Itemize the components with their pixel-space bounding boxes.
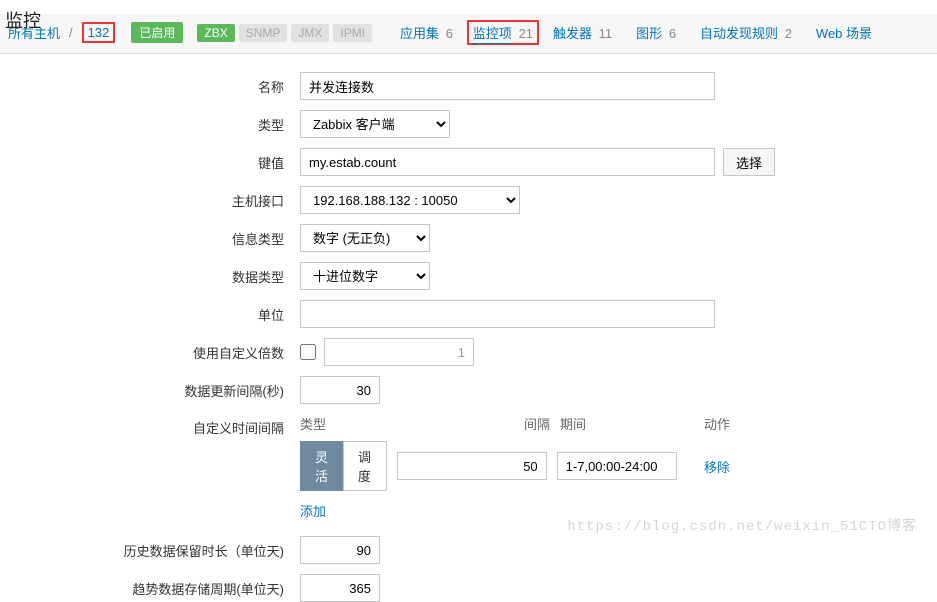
proto-zbx[interactable]: ZBX xyxy=(197,24,234,42)
toggle-flexible[interactable]: 灵活 xyxy=(300,441,344,491)
tab-discovery-count: 2 xyxy=(785,26,792,41)
page-title-fragment: 监控 xyxy=(5,7,41,33)
tab-triggers[interactable]: 触发器 11 xyxy=(553,23,612,42)
interval-head-action: 动作 xyxy=(680,414,730,433)
top-nav: 所有主机 / 132 已启用 ZBX SNMP JMX IPMI 应用集 6 监… xyxy=(0,14,937,54)
interval-header-row: 类型 间隔 期间 动作 xyxy=(300,414,730,433)
interval-head-period: 期间 xyxy=(560,414,670,433)
multiplier-input xyxy=(324,338,474,366)
units-input[interactable] xyxy=(300,300,715,328)
tab-applications-count: 6 xyxy=(446,26,453,41)
label-host-interface: 主机接口 xyxy=(0,191,300,210)
status-enabled[interactable]: 已启用 xyxy=(131,22,183,43)
interval-row: 灵活 调度 移除 xyxy=(300,441,730,491)
tab-items-count: 21 xyxy=(519,26,533,41)
tab-items-label: 监控项 xyxy=(473,26,512,44)
label-multiplier: 使用自定义倍数 xyxy=(0,343,300,362)
interval-remove-link[interactable]: 移除 xyxy=(687,457,730,476)
label-units: 单位 xyxy=(0,305,300,324)
update-interval-input[interactable] xyxy=(300,376,380,404)
tab-triggers-count: 11 xyxy=(599,26,613,41)
interval-add-link[interactable]: 添加 xyxy=(300,501,326,520)
label-trend: 趋势数据存储周期(单位天) xyxy=(0,579,300,598)
name-input[interactable] xyxy=(300,72,715,100)
tab-graphs-count: 6 xyxy=(669,26,676,41)
interval-head-type: 类型 xyxy=(300,414,400,433)
label-key: 键值 xyxy=(0,153,300,172)
key-input[interactable] xyxy=(300,148,715,176)
label-history: 历史数据保留时长（单位天) xyxy=(0,541,300,560)
proto-jmx[interactable]: JMX xyxy=(291,24,329,42)
breadcrumb-host[interactable]: 132 xyxy=(88,25,110,40)
label-info-type: 信息类型 xyxy=(0,229,300,248)
tab-discovery[interactable]: 自动发现规则 2 xyxy=(700,23,792,42)
tab-graphs-label: 图形 xyxy=(636,26,662,41)
tab-web-label: Web 场景 xyxy=(816,26,872,41)
tab-web[interactable]: Web 场景 xyxy=(816,23,872,42)
trend-input[interactable] xyxy=(300,574,380,602)
info-type-select[interactable]: 数字 (无正负) xyxy=(300,224,430,252)
highlight-items-tab: 监控项 21 xyxy=(467,20,539,45)
tab-discovery-label: 自动发现规则 xyxy=(700,26,778,41)
host-interface-select[interactable]: 192.168.188.132 : 10050 xyxy=(300,186,520,214)
tab-applications-label: 应用集 xyxy=(400,26,439,41)
tab-items[interactable]: 监控项 21 xyxy=(473,26,533,41)
type-select[interactable]: Zabbix 客户端 xyxy=(300,110,450,138)
breadcrumb-separator: / xyxy=(69,25,73,40)
label-update-interval: 数据更新间隔(秒) xyxy=(0,381,300,400)
label-custom-intervals: 自定义时间间隔 xyxy=(0,414,300,437)
key-select-button[interactable]: 选择 xyxy=(723,148,775,176)
history-input[interactable] xyxy=(300,536,380,564)
highlight-host: 132 xyxy=(82,22,116,43)
tab-graphs[interactable]: 图形 6 xyxy=(636,23,676,42)
multiplier-checkbox[interactable] xyxy=(300,344,316,360)
interval-head-interval: 间隔 xyxy=(410,414,550,433)
proto-ipmi[interactable]: IPMI xyxy=(333,24,372,42)
interval-value-input[interactable] xyxy=(397,452,547,480)
data-type-select[interactable]: 十进位数字 xyxy=(300,262,430,290)
interval-period-input[interactable] xyxy=(557,452,677,480)
tab-triggers-label: 触发器 xyxy=(553,26,592,41)
toggle-scheduling[interactable]: 调度 xyxy=(343,441,387,491)
watermark: https://blog.csdn.net/weixin_51CTO博客 xyxy=(567,515,917,535)
interval-type-toggle[interactable]: 灵活 调度 xyxy=(300,441,387,491)
label-name: 名称 xyxy=(0,77,300,96)
label-type: 类型 xyxy=(0,115,300,134)
tab-applications[interactable]: 应用集 6 xyxy=(400,23,453,42)
proto-snmp[interactable]: SNMP xyxy=(239,24,288,42)
label-data-type: 数据类型 xyxy=(0,267,300,286)
